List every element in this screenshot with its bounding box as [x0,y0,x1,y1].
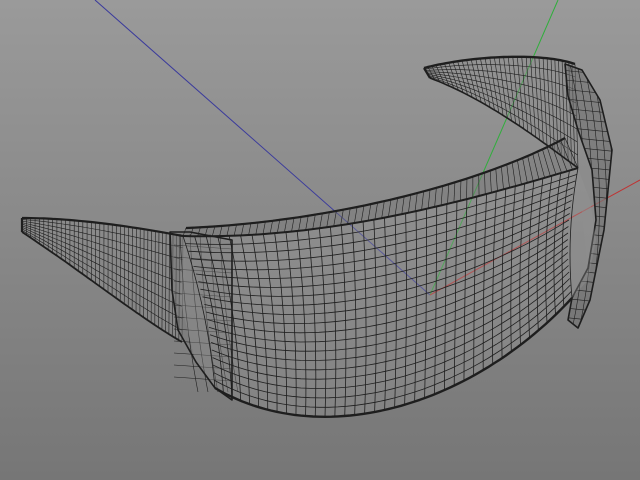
cap-edge [565,326,612,328]
sunglasses-wireframe-mesh[interactable] [20,55,621,418]
3d-viewport[interactable] [0,0,640,480]
viewport-canvas[interactable] [0,0,640,480]
